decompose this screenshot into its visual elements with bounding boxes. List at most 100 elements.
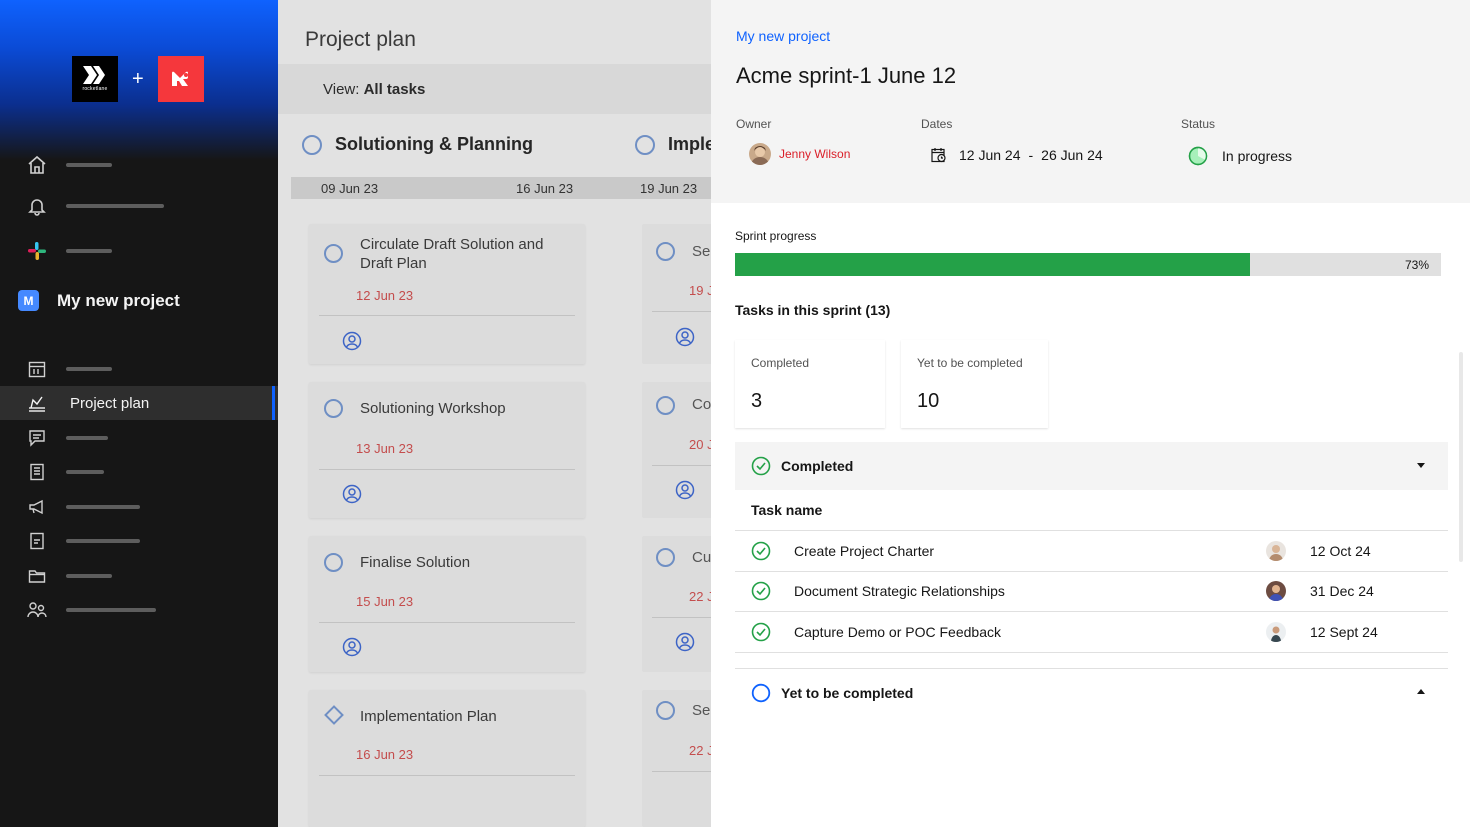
breadcrumb[interactable]: My new project [736, 28, 830, 44]
sidebar-item-slack[interactable] [0, 234, 278, 268]
task-status-icon[interactable] [324, 399, 343, 418]
task-card[interactable]: Cu 22 J [642, 536, 711, 672]
task-card-title: Co [692, 396, 711, 413]
scrollbar[interactable] [1459, 352, 1463, 562]
date-start: 12 Jun 24 [959, 147, 1021, 163]
sprint-header: My new project Acme sprint-1 June 12 Own… [711, 0, 1470, 203]
sidebar-item-placeholder [66, 574, 112, 578]
tasks-heading: Tasks in this sprint (13) [735, 302, 891, 318]
milestone-icon[interactable] [324, 705, 344, 725]
task-card[interactable]: Solutioning Workshop 13 Jun 23 [309, 382, 585, 518]
sidebar-item-messages[interactable] [0, 421, 278, 455]
task-card[interactable]: Implementation Plan 16 Jun 23 [309, 690, 585, 827]
table-row[interactable]: Document Strategic Relationships 31 Dec … [735, 571, 1448, 612]
progress-fill [735, 253, 1251, 276]
task-status-icon[interactable] [656, 548, 675, 567]
section-title: Completed [781, 458, 854, 474]
plus-glyph: + [132, 68, 144, 90]
progress-label: Sprint progress [735, 229, 817, 243]
task-card-date: 20 J [689, 437, 711, 452]
task-status-icon[interactable] [656, 242, 675, 261]
task-card[interactable]: Se 22 J [642, 690, 711, 827]
megaphone-icon [26, 496, 48, 518]
card-divider [319, 469, 575, 470]
task-status-icon[interactable] [656, 396, 675, 415]
sidebar-item-files[interactable] [0, 559, 278, 593]
notebook-icon [26, 461, 48, 483]
task-card-title: Cu [692, 549, 711, 566]
timeline-date: 16 Jun 23 [516, 181, 574, 196]
timeline-bar: 09 Jun 23 16 Jun 23 19 Jun 23 [291, 177, 711, 199]
calendar-clock-icon [931, 148, 946, 163]
tile-label: Yet to be completed [917, 356, 1023, 370]
project-badge: M [18, 290, 39, 311]
card-divider [652, 311, 711, 312]
check-circle-icon[interactable] [751, 541, 771, 561]
task-card[interactable]: Circulate Draft Solution and Draft Plan … [309, 224, 585, 364]
sidebar-item-calendar[interactable] [0, 352, 278, 386]
sidebar-item-forms[interactable] [0, 524, 278, 558]
avatar [749, 143, 771, 165]
rocketlane-logo-text: rocketlane [82, 86, 108, 92]
view-selector[interactable]: View: All tasks [323, 81, 425, 98]
card-divider [319, 622, 575, 623]
task-card-title: Solutioning Workshop [360, 400, 506, 417]
task-card-title: Se [692, 243, 711, 260]
date-range[interactable]: 12 Jun 24 - 26 Jun 24 [931, 147, 1103, 163]
owner-chip[interactable]: Jenny Wilson [749, 143, 850, 165]
assignee-icon[interactable] [675, 480, 695, 500]
task-name: Create Project Charter [794, 543, 935, 559]
assignee-icon[interactable] [342, 331, 362, 351]
assignee-icon[interactable] [342, 637, 362, 657]
task-card[interactable]: Co 20 J [642, 382, 711, 518]
pending-section-header[interactable]: Yet to be completed [735, 669, 1448, 717]
tile-value: 10 [917, 390, 940, 412]
table-row[interactable]: Create Project Charter 12 Oct 24 [735, 531, 1448, 572]
task-date: 31 Dec 24 [1310, 583, 1374, 599]
task-card[interactable]: Finalise Solution 15 Jun 23 [309, 536, 585, 672]
tile-label: Completed [751, 356, 810, 370]
sidebar-item-announcements[interactable] [0, 490, 278, 524]
view-bar: View: All tasks [278, 64, 711, 114]
table-row[interactable]: Capture Demo or POC Feedback 12 Sept 24 [735, 612, 1448, 653]
owner-name: Jenny Wilson [779, 147, 851, 161]
sidebar-item-people[interactable] [0, 593, 278, 627]
project-plan-board: Project plan View: All tasks Solutioning… [278, 0, 711, 827]
completed-section-header[interactable]: Completed [735, 442, 1448, 490]
table-header: Task name [735, 490, 1448, 531]
task-card[interactable]: Se 19 J [642, 224, 711, 364]
caret-up-icon[interactable] [1416, 687, 1426, 697]
completed-tile[interactable]: Completed 3 [735, 340, 885, 428]
check-circle-icon[interactable] [751, 622, 771, 642]
task-name: Capture Demo or POC Feedback [794, 624, 1001, 640]
card-divider [652, 771, 711, 772]
partner-logo [157, 56, 204, 102]
assignee-icon[interactable] [342, 484, 362, 504]
task-name: Document Strategic Relationships [794, 583, 1005, 599]
sidebar-item-project-plan[interactable]: Project plan [0, 386, 278, 420]
avatar [1266, 541, 1286, 561]
task-status-icon[interactable] [656, 701, 675, 720]
view-value: All tasks [363, 81, 426, 98]
task-status-icon[interactable] [324, 553, 343, 572]
sprint-progress-bar: 73% [735, 253, 1441, 276]
pending-tile[interactable]: Yet to be completed 10 [901, 340, 1048, 428]
date-end: 26 Jun 24 [1041, 147, 1103, 163]
project-switcher[interactable]: M My new project [18, 290, 180, 311]
sidebar-item-home[interactable] [0, 148, 278, 182]
status-value: In progress [1222, 148, 1293, 164]
check-circle-icon[interactable] [751, 581, 771, 601]
card-divider [319, 315, 575, 316]
caret-down-icon[interactable] [1416, 460, 1426, 470]
sidebar-item-notifications[interactable] [0, 189, 278, 223]
sidebar-item-documents[interactable] [0, 455, 278, 489]
task-card-date: 12 Jun 23 [356, 288, 414, 303]
task-status-icon[interactable] [324, 244, 343, 263]
column-header[interactable]: Solutioning & Planning [302, 134, 533, 155]
sidebar-item-placeholder [66, 249, 112, 253]
assignee-icon[interactable] [675, 327, 695, 347]
column-title: Solutioning & Planning [335, 134, 533, 154]
column-header[interactable]: Imple [635, 134, 711, 155]
status-selector[interactable]: In progress [1188, 146, 1292, 166]
assignee-icon[interactable] [675, 632, 695, 652]
